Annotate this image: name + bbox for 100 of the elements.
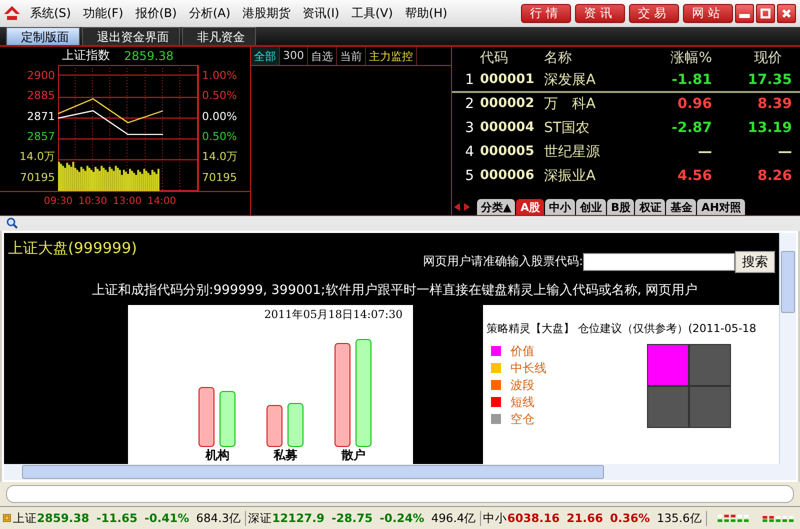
page-title: 上证大盘(999999) <box>8 238 137 258</box>
turnover-value: 496.4亿 <box>431 510 476 526</box>
search-label: 网页用户请准确输入股票代码: <box>422 253 583 270</box>
search-icon[interactable] <box>6 217 18 230</box>
layout-tab[interactable]: 定制版面 <box>6 26 80 45</box>
index-value: 6038.16 <box>507 510 560 526</box>
maximize-icon <box>760 8 771 19</box>
group-label: 私募 <box>273 447 298 464</box>
market-tab[interactable]: 创业 <box>576 198 606 215</box>
time-label: 09:30 <box>42 196 74 208</box>
code-cell-text: 000005 <box>480 144 536 160</box>
minimize-button[interactable] <box>735 4 754 23</box>
stock-code-field[interactable] <box>583 252 735 271</box>
price-cell-text: — <box>777 144 792 160</box>
menu-item[interactable]: 港股期货 <box>236 4 296 22</box>
legend-label: 短线 <box>510 394 535 411</box>
change-cell-text: 0.96 <box>676 96 712 112</box>
axis-label: 14.0万 <box>20 150 55 166</box>
time-label: 14:00 <box>146 196 178 208</box>
change-cell-text: — <box>697 144 712 160</box>
close-button[interactable] <box>777 4 796 23</box>
layout-tab[interactable]: 退出资金界面 <box>82 26 180 45</box>
price-cell-text: 8.26 <box>756 168 792 184</box>
menu-item[interactable]: 功能(F) <box>76 4 130 22</box>
layout-tab[interactable]: 非凡资金 <box>182 26 256 45</box>
name-cell-text: 世纪星源 <box>543 142 601 161</box>
index-change: -11.65 <box>96 510 138 526</box>
status-icon[interactable] <box>3 512 11 524</box>
legend-label: 价值 <box>510 342 535 360</box>
menu-item[interactable]: 工具(V) <box>345 4 399 22</box>
group-label: 散户 <box>341 447 366 464</box>
rank-cell-text: 5 <box>464 168 475 184</box>
market-tab[interactable]: B股 <box>606 198 634 215</box>
vertical-scrollbar[interactable] <box>779 232 796 464</box>
market-tab[interactable]: 基金 <box>666 198 696 215</box>
code-cell-text: 000004 <box>480 120 536 136</box>
logo-icon <box>4 6 20 20</box>
index-change: -28.75 <box>331 510 373 526</box>
axis-label: 2885 <box>27 89 55 104</box>
close-icon <box>781 8 792 19</box>
menu-item[interactable]: 帮助(H) <box>398 4 454 22</box>
index-name: 上证 <box>12 510 37 526</box>
market-tab[interactable]: A股 <box>516 198 544 215</box>
rank-cell-text: 4 <box>464 144 475 160</box>
quick-button[interactable]: 网站 <box>683 4 733 23</box>
name-cell-text: ST国农 <box>543 118 590 137</box>
market-tab[interactable]: 分类▲ <box>477 198 516 215</box>
code-cell-text: 000001 <box>480 72 536 88</box>
menu-item[interactable]: 分析(A) <box>182 4 236 22</box>
rank-cell-text: 3 <box>464 120 475 136</box>
menu-item[interactable]: 系统(S) <box>24 4 77 22</box>
quick-button[interactable]: 交易 <box>629 4 679 23</box>
index-value: 2859.38 <box>124 48 174 63</box>
axis-label: 0.50% <box>202 130 238 145</box>
legend-label: 波段 <box>510 376 535 394</box>
monitor-tab[interactable]: 300 <box>280 46 308 65</box>
index-name: 上证指数 <box>62 47 110 64</box>
command-field[interactable] <box>6 485 794 504</box>
search-button[interactable]: 搜索 <box>735 250 775 273</box>
turnover-value: 684.3亿 <box>196 510 242 526</box>
change-cell-text: 4.56 <box>676 168 712 184</box>
axis-label: 1.00% <box>202 68 238 84</box>
name-cell-text: 深振业A <box>543 166 597 185</box>
index-percent: -0.24% <box>380 510 424 526</box>
horizontal-scrollbar[interactable] <box>4 464 796 480</box>
rank-cell-text: 2 <box>464 96 475 112</box>
market-tab[interactable]: AH对照 <box>697 198 746 215</box>
axis-label: 0.00% <box>202 110 238 125</box>
menu-item[interactable]: 报价(B) <box>129 4 183 22</box>
column-header: 代码 <box>480 48 509 67</box>
time-label: 10:30 <box>77 196 108 208</box>
legend-label: 空仓 <box>510 410 535 428</box>
name-cell-text: 万 科A <box>543 94 597 113</box>
axis-label: 2900 <box>27 68 55 84</box>
code-cell-text: 000002 <box>480 96 536 112</box>
monitor-tab[interactable]: 当前 <box>337 46 366 65</box>
strategy-title: 策略精灵【大盘】 仓位建议（仅供参考）(2011-05-18 <box>486 320 758 336</box>
monitor-tab[interactable]: 主力监控 <box>366 46 417 65</box>
column-header: 名称 <box>543 48 573 67</box>
axis-label: 2857 <box>27 130 55 145</box>
monitor-tab[interactable]: 全部 <box>251 46 280 65</box>
index-name: 深证 <box>248 510 272 526</box>
axis-label: 70195 <box>20 170 55 186</box>
market-tab[interactable]: 权证 <box>635 198 666 215</box>
menu-item[interactable]: 资讯(I) <box>296 4 346 22</box>
quick-button[interactable]: 资讯 <box>575 4 625 23</box>
minimize-icon <box>739 14 750 18</box>
turnover-value: 135.6亿 <box>656 510 702 526</box>
index-percent: 0.36% <box>610 510 650 526</box>
price-cell-text: 13.19 <box>746 120 792 136</box>
timestamp: 2011年05月18日14:07:30 <box>264 306 404 322</box>
quick-button[interactable]: 行情 <box>521 4 571 23</box>
monitor-tab[interactable]: 自选 <box>308 46 337 65</box>
change-cell-text: -2.87 <box>670 120 712 136</box>
fund-bars-drawing <box>266 403 304 448</box>
axis-label: 2871 <box>27 110 55 125</box>
maximize-button[interactable] <box>756 4 775 23</box>
scroll-arrows-icon[interactable] <box>452 202 472 212</box>
market-tab[interactable]: 中小 <box>544 198 575 215</box>
axis-label: 14.0万 <box>202 150 238 166</box>
